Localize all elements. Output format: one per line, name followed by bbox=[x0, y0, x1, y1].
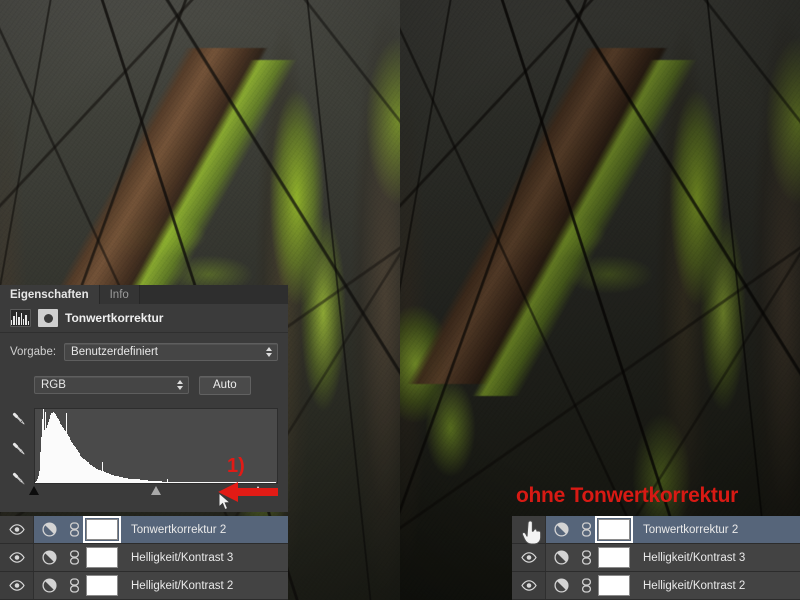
preset-value: Benutzerdefiniert bbox=[71, 345, 158, 358]
layer-name: Helligkeit/Kontrast 2 bbox=[643, 579, 746, 592]
adjustment-layer-icon[interactable] bbox=[34, 550, 64, 565]
link-mask-icon[interactable] bbox=[64, 578, 84, 593]
hand-pointer-cursor bbox=[521, 520, 543, 551]
photo-right-uncorrected bbox=[400, 0, 800, 600]
adjustment-layer-icon[interactable] bbox=[546, 550, 576, 565]
layer-mask-icon[interactable] bbox=[38, 309, 58, 327]
channel-value: RGB bbox=[41, 379, 66, 391]
preset-select[interactable]: Benutzerdefiniert bbox=[64, 342, 278, 361]
layer-mask-thumbnail[interactable] bbox=[86, 575, 118, 596]
layer-mask-thumbnail[interactable] bbox=[83, 516, 121, 543]
link-mask-icon[interactable] bbox=[576, 578, 596, 593]
layer-row[interactable]: Helligkeit/Kontrast 2 bbox=[512, 572, 800, 600]
tab-eigenschaften[interactable]: Eigenschaften bbox=[0, 285, 100, 304]
preset-row: Vorgabe: Benutzerdefiniert bbox=[0, 338, 288, 365]
layer-row[interactable]: Tonwertkorrektur 2 bbox=[512, 516, 800, 544]
eye-icon bbox=[520, 580, 537, 591]
layer-mask-thumbnail[interactable] bbox=[86, 547, 118, 568]
tab-info[interactable]: Info bbox=[99, 285, 140, 304]
channel-row: RGB Auto bbox=[0, 373, 288, 397]
layer-row[interactable]: Tonwertkorrektur 2 bbox=[0, 516, 288, 544]
white-point-eyedropper[interactable] bbox=[9, 469, 29, 489]
layer-mask-thumbnail[interactable] bbox=[598, 547, 630, 568]
channel-select[interactable]: RGB bbox=[34, 376, 189, 394]
preset-label: Vorgabe: bbox=[10, 345, 57, 358]
layer-visibility-toggle[interactable] bbox=[512, 572, 546, 599]
panel-tabbar: Eigenschaften Info bbox=[0, 285, 288, 304]
layer-name: Tonwertkorrektur 2 bbox=[131, 523, 227, 536]
eyedropper-tools bbox=[6, 409, 32, 489]
layers-panel-right: Tonwertkorrektur 2 Helligkeit/Kontrast 3 H… bbox=[512, 516, 800, 600]
layer-visibility-toggle[interactable] bbox=[0, 572, 34, 599]
link-mask-icon[interactable] bbox=[576, 550, 596, 565]
layer-row[interactable]: Helligkeit/Kontrast 3 bbox=[512, 544, 800, 572]
adjustment-layer-icon[interactable] bbox=[546, 522, 576, 537]
link-mask-icon[interactable] bbox=[64, 522, 84, 537]
eye-icon bbox=[8, 552, 25, 563]
layer-name: Helligkeit/Kontrast 2 bbox=[131, 579, 234, 592]
auto-button-label: Auto bbox=[213, 379, 237, 391]
photo-vignette bbox=[400, 0, 800, 600]
auto-button[interactable]: Auto bbox=[199, 375, 251, 395]
layer-row[interactable]: Helligkeit/Kontrast 2 bbox=[0, 572, 288, 600]
eye-icon bbox=[8, 580, 25, 591]
adjustment-layer-icon[interactable] bbox=[34, 578, 64, 593]
eye-icon bbox=[520, 552, 537, 563]
link-mask-icon[interactable] bbox=[576, 522, 596, 537]
page-title: Tonwertkorrektur bbox=[65, 311, 164, 325]
annotation-step-1: 1) bbox=[227, 455, 245, 477]
layer-name: Helligkeit/Kontrast 3 bbox=[131, 551, 234, 564]
levels-histogram-icon bbox=[10, 309, 31, 327]
screenshot-root: Eigenschaften Info Tonwertkorrektur Vorg… bbox=[0, 0, 800, 600]
layer-name: Tonwertkorrektur 2 bbox=[643, 523, 739, 536]
layer-visibility-toggle[interactable] bbox=[0, 544, 34, 571]
chevron-updown-icon bbox=[177, 380, 183, 390]
tab-label: Info bbox=[109, 288, 129, 301]
layers-panel-left: Tonwertkorrektur 2 Helligkeit/Kontrast 3 H… bbox=[0, 516, 288, 600]
adjustment-layer-icon[interactable] bbox=[546, 578, 576, 593]
layer-visibility-toggle[interactable] bbox=[0, 516, 34, 543]
eye-icon bbox=[8, 524, 25, 535]
gray-point-eyedropper[interactable] bbox=[9, 439, 29, 459]
properties-panel: Eigenschaften Info Tonwertkorrektur Vorg… bbox=[0, 285, 288, 512]
black-point-slider[interactable] bbox=[29, 486, 39, 495]
tab-label: Eigenschaften bbox=[10, 288, 89, 301]
gamma-slider[interactable] bbox=[151, 486, 161, 495]
layer-name: Helligkeit/Kontrast 3 bbox=[643, 551, 746, 564]
arrow-cursor bbox=[218, 491, 232, 517]
link-mask-icon[interactable] bbox=[64, 550, 84, 565]
adjustment-layer-icon[interactable] bbox=[34, 522, 64, 537]
layer-mask-thumbnail[interactable] bbox=[598, 575, 630, 596]
black-point-eyedropper[interactable] bbox=[9, 409, 29, 429]
chevron-updown-icon bbox=[266, 346, 272, 357]
layer-row[interactable]: Helligkeit/Kontrast 3 bbox=[0, 544, 288, 572]
annotation-ohne-tonwertkorrektur: ohne Tonwertkorrektur bbox=[516, 484, 739, 507]
panel-header: Tonwertkorrektur bbox=[0, 304, 288, 333]
layer-mask-thumbnail[interactable] bbox=[595, 516, 633, 543]
